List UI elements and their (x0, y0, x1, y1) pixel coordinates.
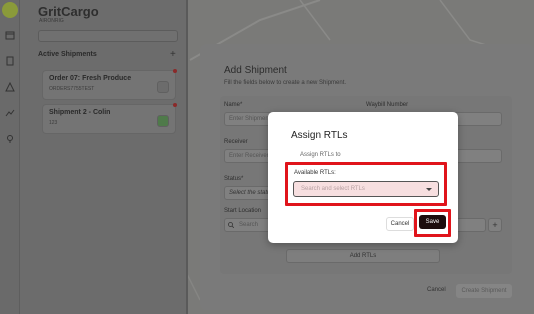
alert-dot (173, 103, 177, 107)
shipment-card[interactable]: Shipment 2 - Colin 123 (42, 103, 177, 134)
shipment-title: Order 07: Fresh Produce (49, 75, 132, 82)
modal-cancel-button[interactable]: Cancel (386, 217, 414, 231)
analytics-icon[interactable] (5, 108, 15, 118)
available-rtls-label: Available RTLs: (294, 170, 336, 176)
icon-rail (0, 0, 20, 314)
box-icon[interactable] (5, 30, 15, 40)
active-shipments-heading: Active Shipments (38, 51, 97, 58)
modal-title: Assign RTLs (291, 130, 348, 141)
warning-icon[interactable] (5, 82, 15, 92)
shipment-action-button[interactable] (157, 81, 169, 93)
sidebar-search-input[interactable] (38, 30, 178, 42)
available-rtls-highlight: Available RTLs: Search and select RTLs (285, 162, 447, 206)
shipment-subtitle: ORDERS7755TEST (49, 86, 95, 92)
add-rtls-button[interactable]: Add RTLs (286, 249, 440, 263)
document-icon[interactable] (5, 56, 15, 66)
location-pin-icon[interactable] (5, 134, 15, 144)
waybill-label: Waybill Number (366, 102, 409, 108)
panel-subtitle: Fill the fields below to create a new Sh… (224, 80, 347, 86)
sidebar: GritCargo AIRONRIG Active Shipments + Or… (20, 0, 188, 314)
create-shipment-button[interactable]: Create Shipment (456, 284, 512, 298)
rtls-select-placeholder: Search and select RTLs (301, 186, 365, 192)
status-label: Status* (224, 176, 244, 182)
shipment-action-button[interactable] (157, 115, 169, 127)
shipment-card[interactable]: Order 07: Fresh Produce ORDERS7755TEST (42, 69, 177, 100)
receiver-label: Receiver (224, 139, 248, 145)
panel-title: Add Shipment (224, 65, 287, 76)
assign-rtls-subtitle: Assign RTLs to (300, 152, 341, 158)
shipment-title: Shipment 2 - Colin (49, 109, 111, 116)
chevron-down-icon (426, 188, 432, 191)
brand-name: GritCargo (38, 4, 99, 19)
assign-rtls-modal: Assign RTLs Assign RTLs to Available RTL… (268, 112, 458, 243)
save-button[interactable]: Save (419, 215, 446, 229)
brand-subtitle: AIRONRIG (39, 18, 64, 24)
app-logo-icon[interactable] (2, 2, 18, 18)
alert-dot (173, 69, 177, 73)
panel-cancel-button[interactable]: Cancel (427, 287, 446, 293)
add-location-plus-icon[interactable]: + (488, 218, 502, 232)
add-shipment-plus-icon[interactable]: + (170, 49, 176, 60)
search-icon (228, 222, 234, 228)
shipment-subtitle: 123 (49, 120, 58, 126)
name-label: Name* (224, 102, 243, 108)
save-highlight: Save (414, 209, 451, 237)
start-location-label: Start Location (224, 208, 262, 214)
rtls-select[interactable]: Search and select RTLs (293, 181, 439, 197)
